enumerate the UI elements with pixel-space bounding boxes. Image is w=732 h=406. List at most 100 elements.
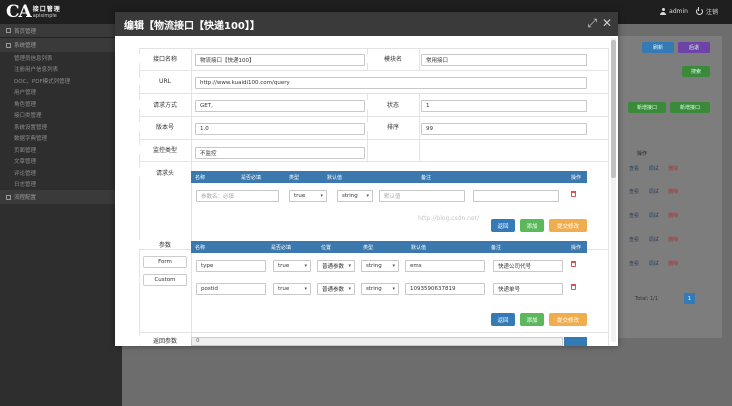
page-button[interactable]: 1 bbox=[684, 293, 695, 304]
add-interface-button-2[interactable]: 新增接口 bbox=[670, 102, 710, 113]
url-input[interactable]: http://www.kuaidi100.com/query bbox=[195, 77, 587, 89]
param-add-button[interactable]: 添加 bbox=[520, 313, 544, 326]
user-menu[interactable]: admin bbox=[660, 8, 688, 15]
grid-line bbox=[139, 116, 609, 117]
param-remark-input[interactable]: 快递单号 bbox=[493, 283, 563, 295]
return-input[interactable]: 0 bbox=[191, 337, 563, 346]
param-remark-input[interactable]: 快递公司代号 bbox=[493, 260, 563, 272]
form-button[interactable]: Form bbox=[143, 256, 187, 268]
header-name-input[interactable]: 参数名：必填 bbox=[196, 190, 279, 202]
param-type-select[interactable]: string bbox=[361, 283, 399, 295]
sidebar-item[interactable]: 注册用户信息列表 bbox=[0, 64, 122, 76]
sidebar-item[interactable]: 管理员信息列表 bbox=[0, 52, 122, 64]
modal-title: 编辑【物流接口【快递100】】 bbox=[115, 12, 618, 36]
grid-line bbox=[419, 93, 420, 161]
sidebar-item[interactable]: DOC、PDF模式列管理 bbox=[0, 75, 122, 87]
param-col: 是否必填 bbox=[271, 244, 292, 251]
grid-line bbox=[139, 161, 609, 162]
sidebar-section-flow[interactable]: 流程配置 bbox=[0, 190, 122, 204]
back-button[interactable]: 后退 bbox=[678, 42, 710, 53]
sort-input[interactable]: 99 bbox=[421, 123, 587, 135]
monitor-select[interactable]: 不监控 bbox=[195, 147, 365, 159]
grid-line bbox=[419, 48, 420, 70]
trash-icon[interactable] bbox=[571, 261, 576, 267]
scrollbar-thumb[interactable] bbox=[611, 40, 616, 178]
power-icon bbox=[695, 7, 703, 15]
sidebar-item[interactable]: 系统设置管理 bbox=[0, 121, 122, 133]
header-back-button[interactable]: 返回 bbox=[491, 219, 515, 232]
header-col: 操作 bbox=[571, 174, 582, 181]
grid-line bbox=[191, 48, 192, 346]
header-add-button[interactable]: 添加 bbox=[520, 219, 544, 232]
logout-button[interactable]: 注销 bbox=[695, 7, 718, 16]
param-default-input[interactable]: ems bbox=[405, 260, 485, 272]
param-default-input[interactable]: 1093590637819 bbox=[405, 283, 485, 295]
add-interface-button[interactable]: 新增接口 bbox=[628, 102, 666, 113]
refresh-button[interactable]: 刷新 bbox=[642, 42, 674, 53]
status-input[interactable]: 1 bbox=[421, 100, 587, 112]
view-link[interactable]: 查看 bbox=[629, 166, 639, 172]
delete-link[interactable]: 删除 bbox=[668, 166, 678, 172]
sidebar-section-system[interactable]: 系统管理 bbox=[0, 38, 122, 52]
bg-table-row: 查看 调试 删除 bbox=[617, 165, 719, 172]
sidebar-header[interactable]: 首页管理 bbox=[0, 24, 122, 38]
sidebar-item[interactable]: 接口类管理 bbox=[0, 110, 122, 122]
debug-link[interactable]: 调试 bbox=[649, 261, 659, 267]
sidebar-item[interactable]: 数据字典管理 bbox=[0, 133, 122, 145]
header-default-input[interactable]: 默认值 bbox=[379, 190, 465, 202]
header-type-select[interactable]: string bbox=[337, 190, 373, 202]
header-col: 类型 bbox=[289, 174, 300, 181]
param-type-select[interactable]: string bbox=[361, 260, 399, 272]
status-label: 状态 bbox=[367, 100, 419, 109]
param-label: 参数 bbox=[139, 240, 191, 249]
home-icon bbox=[6, 28, 11, 33]
sidebar-item[interactable]: 日志管理 bbox=[0, 179, 122, 191]
view-link[interactable]: 查看 bbox=[629, 213, 639, 219]
view-link[interactable]: 查看 bbox=[629, 261, 639, 267]
delete-link[interactable]: 删除 bbox=[668, 261, 678, 267]
param-position-select[interactable]: 普通参数 bbox=[317, 260, 355, 272]
sidebar-item[interactable]: 页面管理 bbox=[0, 144, 122, 156]
param-position-select[interactable]: 普通参数 bbox=[317, 283, 355, 295]
debug-link[interactable]: 调试 bbox=[649, 166, 659, 172]
method-input[interactable]: GET, bbox=[195, 100, 365, 112]
sidebar-item[interactable]: 用户管理 bbox=[0, 87, 122, 99]
return-button[interactable] bbox=[564, 337, 587, 346]
delete-link[interactable]: 删除 bbox=[668, 189, 678, 195]
debug-link[interactable]: 调试 bbox=[649, 237, 659, 243]
sidebar-item[interactable]: 角色管理 bbox=[0, 98, 122, 110]
debug-link[interactable]: 调试 bbox=[649, 189, 659, 195]
search-button[interactable]: 搜索 bbox=[682, 66, 710, 77]
param-required-select[interactable]: true bbox=[273, 283, 311, 295]
sort-label: 排序 bbox=[367, 122, 419, 131]
sidebar-item[interactable]: 评论管理 bbox=[0, 167, 122, 179]
trash-icon[interactable] bbox=[571, 284, 576, 290]
paging-text: Total: 1/1 bbox=[635, 296, 658, 302]
version-label: 版本号 bbox=[139, 122, 191, 131]
debug-link[interactable]: 调试 bbox=[649, 213, 659, 219]
sidebar-item[interactable]: 文章管理 bbox=[0, 156, 122, 168]
delete-link[interactable]: 删除 bbox=[668, 237, 678, 243]
param-name-input[interactable]: type bbox=[196, 260, 266, 272]
close-icon[interactable]: ✕ bbox=[602, 17, 612, 29]
param-submit-button[interactable]: 提交修改 bbox=[549, 313, 587, 326]
bg-table-row: 查看 调试 删除 bbox=[617, 188, 719, 195]
param-name-input[interactable]: postid bbox=[196, 283, 266, 295]
name-input[interactable]: 物流接口【快递100】 bbox=[195, 54, 365, 66]
bg-table-row: 查看 调试 删除 bbox=[617, 260, 719, 267]
custom-button[interactable]: Custom bbox=[143, 274, 187, 286]
view-link[interactable]: 查看 bbox=[629, 237, 639, 243]
header-required-select[interactable]: true bbox=[289, 190, 327, 202]
trash-icon[interactable] bbox=[571, 191, 576, 197]
header-submit-button[interactable]: 提交修改 bbox=[549, 219, 587, 232]
version-input[interactable]: 1.0 bbox=[195, 123, 365, 135]
param-required-select[interactable]: true bbox=[273, 260, 311, 272]
param-back-button[interactable]: 返回 bbox=[491, 313, 515, 326]
bg-table-row: 查看 调试 删除 bbox=[617, 212, 719, 219]
view-link[interactable]: 查看 bbox=[629, 189, 639, 195]
delete-link[interactable]: 删除 bbox=[668, 213, 678, 219]
maximize-icon[interactable]: ⤢ bbox=[587, 17, 597, 29]
header-col: 是否必填 bbox=[241, 174, 262, 181]
header-remark-input[interactable] bbox=[473, 190, 559, 202]
module-input[interactable]: 常用接口 bbox=[421, 54, 587, 66]
